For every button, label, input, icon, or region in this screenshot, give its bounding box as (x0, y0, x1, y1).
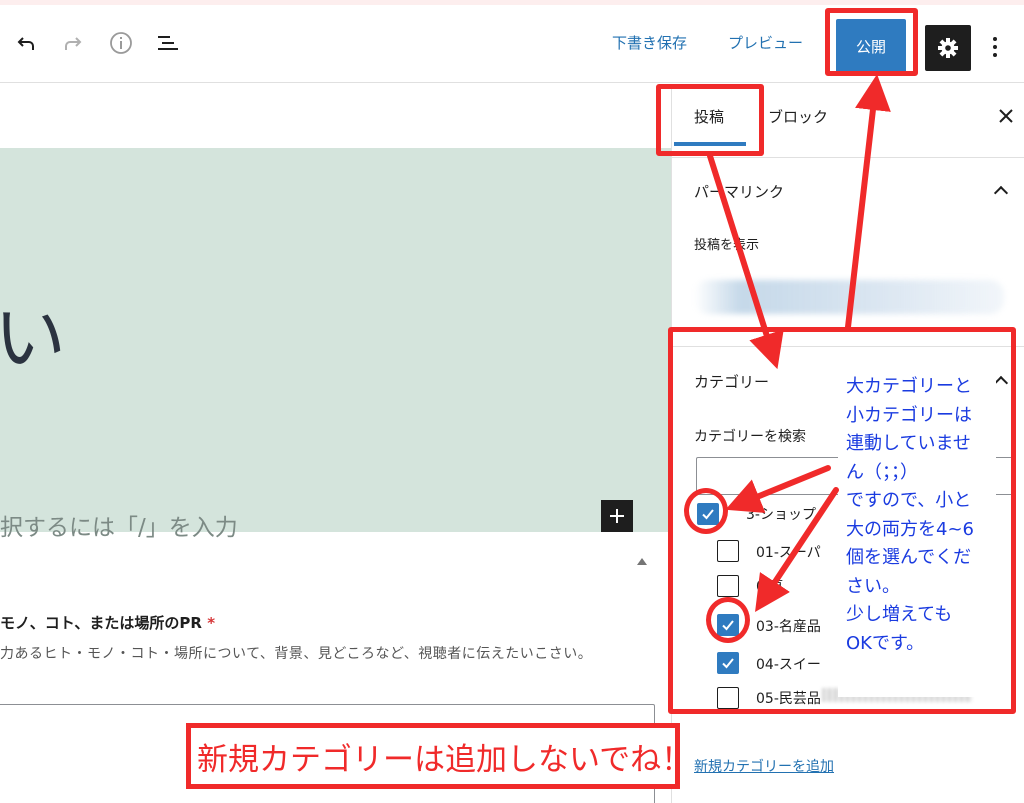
permalink-panel-title[interactable]: パーマリンク (694, 181, 784, 202)
add-new-category-link[interactable]: 新規カテゴリーを追加 (694, 756, 834, 776)
checkbox-highlight-circle (706, 597, 750, 643)
gear-icon (938, 38, 958, 58)
publish-highlight-box (825, 8, 918, 76)
list-view-icon[interactable] (152, 27, 184, 59)
redo-icon[interactable] (57, 27, 89, 59)
close-sidebar-button[interactable] (994, 104, 1018, 128)
custom-field-help: 力あるヒト・モノ・コト・場所について、背景、見どころなど、視聴者に伝えたいこさい… (0, 646, 593, 662)
cover-block[interactable]: い 択するには「/」を入力 (0, 148, 671, 541)
save-draft-button[interactable]: 下書き保存 (612, 31, 687, 55)
close-icon (999, 109, 1013, 123)
tab-block[interactable]: ブロック (768, 106, 828, 127)
info-icon[interactable] (105, 27, 137, 59)
post-tab-highlight-box (656, 84, 764, 156)
plus-icon (610, 509, 624, 523)
blurred-permalink[interactable] (694, 280, 1004, 314)
blue-annotation-note: 大カテゴリーと 小カテゴリーは 連動していませ ん（；；） ですので、小と 大の… (838, 367, 996, 697)
undo-icon[interactable] (10, 27, 42, 59)
red-annotation-note: 新規カテゴリーは追加しないでね！ (186, 723, 680, 789)
block-placeholder[interactable]: 択するには「/」を入力 (0, 508, 238, 542)
cover-title[interactable]: い (0, 298, 66, 378)
preview-button[interactable]: プレビュー (728, 31, 803, 55)
view-post-label: 投稿を表示 (694, 238, 760, 253)
chevron-up-icon[interactable] (993, 185, 1009, 201)
checkbox-highlight-circle (684, 488, 728, 534)
custom-field-label: モノ、コト、または場所のPR * (0, 614, 216, 632)
settings-button[interactable] (925, 25, 971, 71)
editor-canvas: い 択するには「/」を入力 モノ、コト、または場所のPR * 力あるヒト・モノ・… (0, 84, 671, 803)
collapse-triangle-icon[interactable] (637, 558, 647, 565)
more-options-button[interactable] (984, 29, 1006, 65)
add-block-button[interactable] (601, 500, 633, 532)
